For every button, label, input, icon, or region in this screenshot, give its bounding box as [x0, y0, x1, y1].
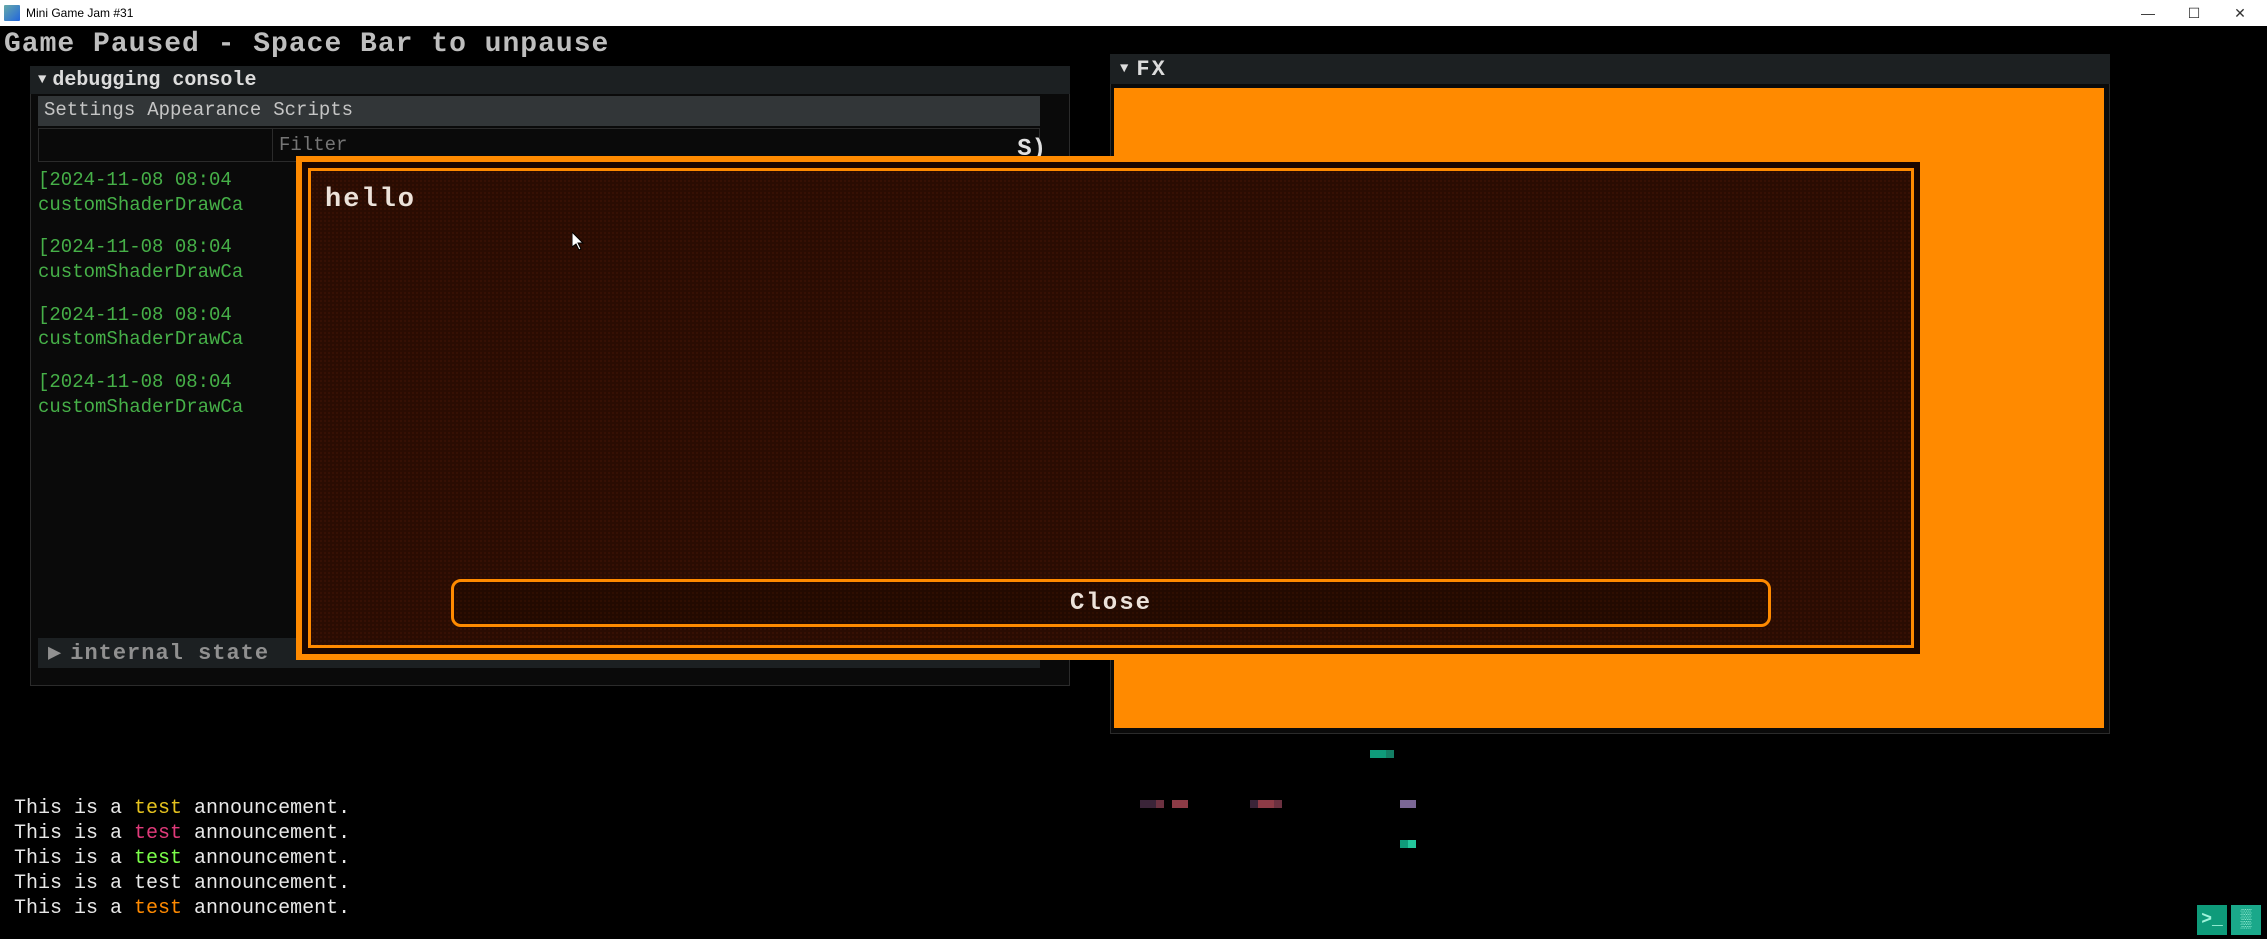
announcement-line: This is a test announcement. — [14, 846, 350, 871]
expand-icon: ▶ — [48, 640, 62, 666]
debug-panel-title: debugging console — [52, 69, 256, 92]
window-minimize-button[interactable]: — — [2125, 0, 2171, 26]
window-close-button[interactable]: ✕ — [2217, 0, 2263, 26]
tab-appearance[interactable]: Appearance — [141, 96, 267, 126]
window-titlebar: Mini Game Jam #31 — ☐ ✕ — [0, 0, 2267, 26]
collapse-icon: ▼ — [1120, 61, 1130, 77]
dialog-box: hello Close — [296, 156, 1926, 660]
announcement-line: This is a test announcement. — [14, 871, 350, 896]
fx-panel-header[interactable]: ▼ FX — [1110, 54, 2110, 84]
tab-scripts[interactable]: Scripts — [267, 96, 359, 126]
debug-tabs: Settings Appearance Scripts — [38, 96, 1040, 126]
fx-panel-title: FX — [1136, 57, 1166, 82]
app-icon — [4, 5, 20, 21]
window-maximize-button[interactable]: ☐ — [2171, 0, 2217, 26]
bottom-tray: >_ ▒ — [2197, 905, 2261, 935]
terminal-tray-button[interactable]: >_ — [2197, 905, 2227, 935]
sprite-preview — [1100, 736, 1440, 886]
dialog-text: hello — [325, 185, 1897, 215]
pause-status-text: Game Paused - Space Bar to unpause — [4, 29, 609, 60]
filter-box — [38, 128, 273, 162]
internal-state-label: internal state — [70, 641, 269, 666]
game-canvas: Game Paused - Space Bar to unpause ▼ deb… — [0, 26, 2267, 939]
panel-tray-button[interactable]: ▒ — [2231, 905, 2261, 935]
close-button[interactable]: Close — [451, 579, 1771, 627]
announcement-line: This is a test announcement. — [14, 896, 350, 921]
collapse-icon: ▼ — [38, 72, 46, 88]
announcement-line: This is a test announcement. — [14, 821, 350, 846]
announcement-line: This is a test announcement. — [14, 796, 350, 821]
window-title: Mini Game Jam #31 — [26, 6, 133, 20]
debug-panel-header[interactable]: ▼ debugging console — [30, 66, 1070, 94]
announcement-log: This is a test announcement. This is a t… — [14, 796, 350, 921]
tab-settings[interactable]: Settings — [38, 96, 141, 126]
